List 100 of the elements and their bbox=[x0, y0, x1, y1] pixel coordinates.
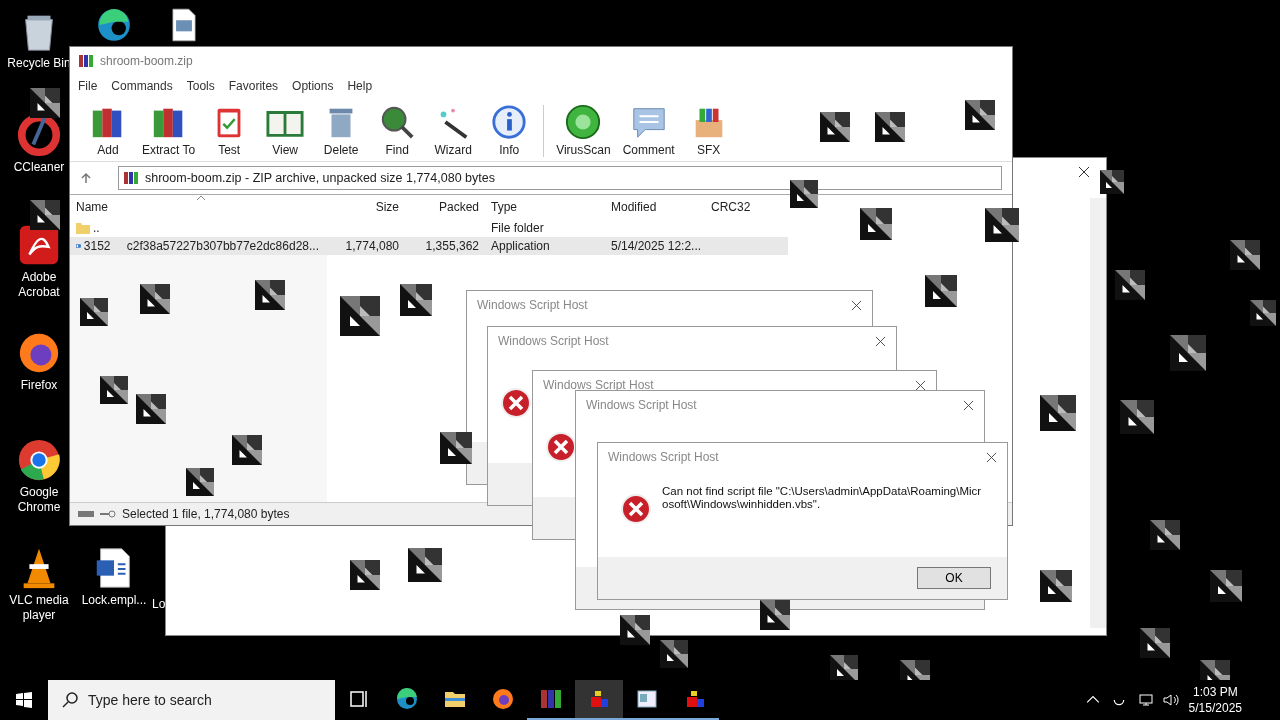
glitch-tile bbox=[186, 468, 214, 496]
close-icon[interactable] bbox=[1078, 166, 1090, 178]
glitch-tile bbox=[1150, 520, 1180, 550]
time-text: 1:03 PM bbox=[1192, 684, 1238, 700]
toolbar-button[interactable]: Info bbox=[483, 103, 536, 157]
glitch-tile bbox=[400, 284, 432, 316]
folder-icon bbox=[76, 222, 90, 234]
icon-label: Lo bbox=[152, 597, 166, 612]
glitch-tile bbox=[965, 100, 995, 130]
file-row[interactable]: 3152 c2f38a57227b307bb77e2dc86d28... 1,774,080 1,355,362 Application 5/14/2025 12:2... bbox=[70, 237, 788, 255]
table-cell: 1,774,080 bbox=[345, 239, 399, 253]
menu-item[interactable]: Options bbox=[292, 79, 334, 93]
close-icon[interactable] bbox=[875, 335, 886, 347]
address-field[interactable]: shroom-boom.zip - ZIP archive, unpacked size 1,774,080 bytes bbox=[118, 166, 1002, 190]
glitch-tile bbox=[1250, 300, 1276, 326]
glitch-tile bbox=[1115, 270, 1145, 300]
column-header[interactable]: Modified bbox=[605, 200, 705, 214]
ok-button[interactable]: OK bbox=[917, 567, 991, 589]
icon-label: CCleaner bbox=[13, 160, 65, 175]
books-icon bbox=[539, 687, 563, 711]
date-text: 5/15/2025 bbox=[1188, 700, 1242, 716]
menu-item[interactable]: File bbox=[78, 79, 98, 93]
menu-item[interactable]: Commands bbox=[111, 79, 173, 93]
file-name: c2f38a57227b307bb77e2dc86d28... bbox=[126, 239, 319, 253]
drive-icon bbox=[78, 510, 94, 518]
window-title: shroom-boom.zip bbox=[100, 54, 193, 68]
glitch-tile bbox=[1040, 395, 1076, 431]
glitch-tile bbox=[925, 275, 957, 307]
network-icon[interactable] bbox=[1136, 693, 1153, 707]
icon-label: Adobe Acrobat bbox=[17, 270, 61, 300]
glitch-tile bbox=[232, 435, 262, 465]
menu-item[interactable]: Tools bbox=[186, 79, 215, 93]
glitch-tile bbox=[875, 112, 905, 142]
up-arrow-icon[interactable] bbox=[80, 172, 92, 184]
error-icon bbox=[620, 493, 652, 525]
toolbar-button[interactable]: SFX bbox=[682, 103, 735, 157]
column-header[interactable]: CRC32 bbox=[705, 200, 775, 214]
dialog-title: Windows Script Host bbox=[586, 398, 697, 412]
column-header[interactable]: Packed bbox=[405, 200, 485, 214]
glitch-tile bbox=[1120, 400, 1154, 434]
glitch-tile bbox=[30, 88, 60, 118]
column-header[interactable]: Type bbox=[485, 200, 605, 214]
table-cell: File folder bbox=[491, 221, 544, 235]
address-text: shroom-boom.zip - ZIP archive, unpacked size 1,774,080 bytes bbox=[145, 171, 495, 185]
search-icon bbox=[62, 692, 78, 708]
glitch-tile bbox=[255, 280, 285, 310]
toolbar-button[interactable]: Delete bbox=[315, 103, 368, 157]
glitch-tile bbox=[660, 640, 688, 668]
speaker-icon[interactable] bbox=[1162, 693, 1179, 707]
close-icon[interactable] bbox=[986, 451, 997, 463]
close-icon[interactable] bbox=[963, 399, 974, 411]
key-icon bbox=[100, 510, 116, 518]
sort-caret-icon bbox=[196, 195, 206, 201]
dialog-title: Windows Script Host bbox=[498, 334, 609, 348]
glitch-tile bbox=[408, 548, 442, 582]
glitch-tile bbox=[100, 376, 128, 404]
icon-label: Lock.empl... bbox=[81, 593, 147, 608]
dialog-title: Windows Script Host bbox=[477, 298, 588, 312]
dialog-title: Windows Script Host bbox=[543, 378, 654, 392]
glitch-tile bbox=[860, 208, 892, 240]
close-icon[interactable] bbox=[915, 379, 926, 391]
glitch-tile bbox=[820, 112, 850, 142]
column-header[interactable]: Name bbox=[70, 200, 325, 214]
glitch-tile bbox=[1210, 570, 1242, 602]
menu-item[interactable]: Favorites bbox=[228, 79, 279, 93]
status-text: Selected 1 file, 1,774,080 bytes bbox=[122, 507, 290, 521]
error-message: Can not find script file "C:\Users\admin\AppData\Roaming\Microsoft\Windows\winhidden.vbs". bbox=[662, 485, 982, 511]
toolbar-button[interactable]: Extract To bbox=[138, 103, 200, 157]
toolbar-button[interactable]: VirusScan bbox=[552, 103, 615, 157]
windows-start-icon[interactable] bbox=[16, 692, 32, 708]
glitch-tile bbox=[790, 180, 818, 208]
dialog-title: Windows Script Host bbox=[608, 450, 719, 464]
window-icon bbox=[635, 687, 659, 711]
table-cell: Application bbox=[491, 239, 550, 253]
toolbar-button[interactable]: View bbox=[259, 103, 312, 157]
clock[interactable]: 1:03 PM 5/15/2025 bbox=[1188, 684, 1242, 716]
toolbar-button[interactable]: Find bbox=[371, 103, 424, 157]
glitch-tile bbox=[1040, 570, 1072, 602]
archive-app-icon bbox=[78, 53, 94, 69]
info-icon bbox=[490, 103, 529, 141]
column-header[interactable]: Size bbox=[325, 200, 405, 214]
scrollbar[interactable] bbox=[1090, 198, 1106, 628]
menu-item[interactable]: Help bbox=[347, 79, 373, 93]
glitch-tile bbox=[140, 284, 170, 314]
glitch-tile bbox=[1140, 628, 1170, 658]
glitch-tile bbox=[350, 560, 380, 590]
glitch-tile bbox=[80, 298, 108, 326]
archive-app-icon bbox=[123, 170, 139, 186]
search-field[interactable]: Type here to search bbox=[48, 680, 335, 720]
toolbar-button[interactable]: Add bbox=[82, 103, 134, 157]
icon-label: Firefox bbox=[20, 378, 58, 393]
file-name: .. bbox=[93, 221, 100, 235]
file-row[interactable]: .. File folder bbox=[70, 219, 788, 237]
close-icon[interactable] bbox=[851, 299, 862, 311]
glitch-tile bbox=[30, 200, 60, 230]
toolbar-button[interactable]: Comment bbox=[618, 103, 679, 157]
toolbar-button[interactable]: Wizard bbox=[427, 103, 480, 157]
toolbar-button[interactable]: Test bbox=[203, 103, 256, 157]
file-name: 3152 bbox=[83, 239, 111, 253]
table-cell: 5/14/2025 12:2... bbox=[611, 239, 702, 253]
